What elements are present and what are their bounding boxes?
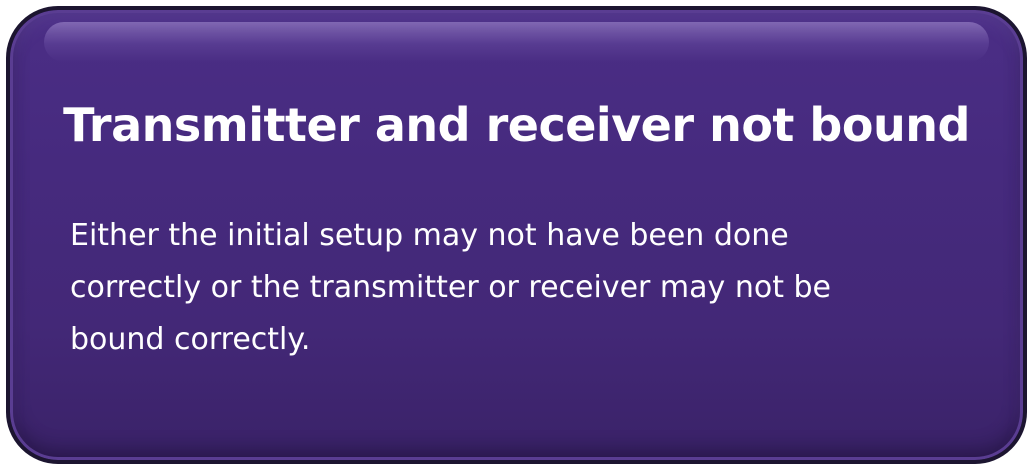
card-title: Transmitter and receiver not bound — [63, 98, 970, 152]
message-card: Transmitter and receiver not bound Eithe… — [6, 6, 1027, 464]
card-message: Either the initial setup may not have be… — [70, 218, 831, 357]
card-gloss-highlight — [44, 22, 989, 62]
